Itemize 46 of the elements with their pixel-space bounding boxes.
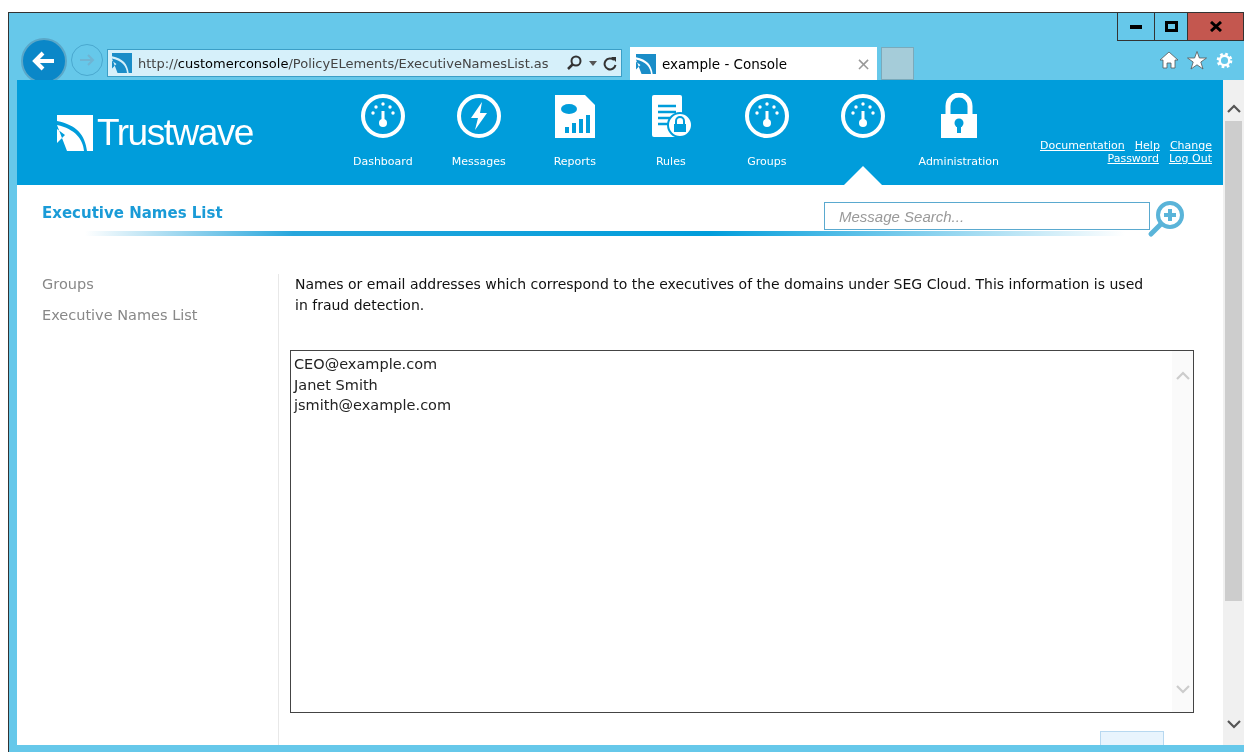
close-button[interactable] <box>1187 13 1244 41</box>
nav-item[interactable]: Messages <box>430 80 527 185</box>
header-link[interactable]: Log Out <box>1168 152 1212 165</box>
browser-tab[interactable]: example - Console × <box>630 47 877 80</box>
scroll-down-icon <box>1175 685 1190 695</box>
header-link[interactable]: Help <box>1134 139 1160 152</box>
nav-item[interactable]: Groups <box>718 80 815 185</box>
site-icon <box>636 53 656 74</box>
back-arrow-icon <box>32 51 56 71</box>
dropdown-icon[interactable] <box>589 60 597 66</box>
logo-text: Trustwave <box>97 111 253 154</box>
minimize-button[interactable] <box>1117 13 1155 41</box>
refresh-icon[interactable] <box>603 55 617 71</box>
logo-icon <box>57 114 93 151</box>
gauge-icon <box>839 93 886 139</box>
url-text: http://customerconsole/PolicyELements/ExecutiveNamesList.as <box>138 55 549 71</box>
search-icon[interactable] <box>567 55 583 71</box>
minimize-icon <box>1130 24 1142 29</box>
search-add-icon[interactable] <box>1146 200 1186 240</box>
site-icon <box>112 53 132 73</box>
header-link[interactable]: Password <box>1107 152 1159 165</box>
scrollbar-thumb[interactable] <box>1225 121 1242 601</box>
scroll-down-icon <box>1226 720 1241 729</box>
nav-item[interactable]: Administration <box>910 80 1007 185</box>
close-tab-icon[interactable]: × <box>855 53 871 74</box>
lightning-icon <box>455 93 502 139</box>
nav-item[interactable]: Reports <box>526 80 623 185</box>
home-icon[interactable] <box>1159 51 1179 69</box>
header-link[interactable]: Change <box>1169 139 1212 152</box>
scroll-up-icon <box>1226 104 1241 113</box>
address-bar[interactable]: http://customerconsole/PolicyELements/ExecutiveNamesList.as <box>107 49 622 77</box>
sidebar-item[interactable]: Executive Names List <box>42 307 198 323</box>
names-text-area[interactable]: CEO@example.com Janet Smith jsmith@example.com <box>290 350 1194 714</box>
maximize-icon <box>1164 21 1178 32</box>
header-link[interactable]: Documentation <box>1040 139 1125 152</box>
page-title: Executive Names List <box>42 204 223 222</box>
scroll-up-icon <box>1175 371 1190 380</box>
close-icon <box>1209 21 1222 32</box>
nav-item[interactable]: Rules <box>622 80 719 185</box>
nav-item[interactable]: Dashboard <box>334 80 431 185</box>
gauge-icon <box>359 93 406 139</box>
description-text: Names or email addresses which correspond to the executives of the domains under SEG Cloud. This information is used in fraud detection. <box>295 275 1145 315</box>
search-field[interactable]: Message Search... <box>824 202 1150 230</box>
gauge-icon <box>743 93 790 139</box>
sidebar-item[interactable]: Groups <box>42 276 94 292</box>
star-icon[interactable] <box>1187 51 1207 70</box>
